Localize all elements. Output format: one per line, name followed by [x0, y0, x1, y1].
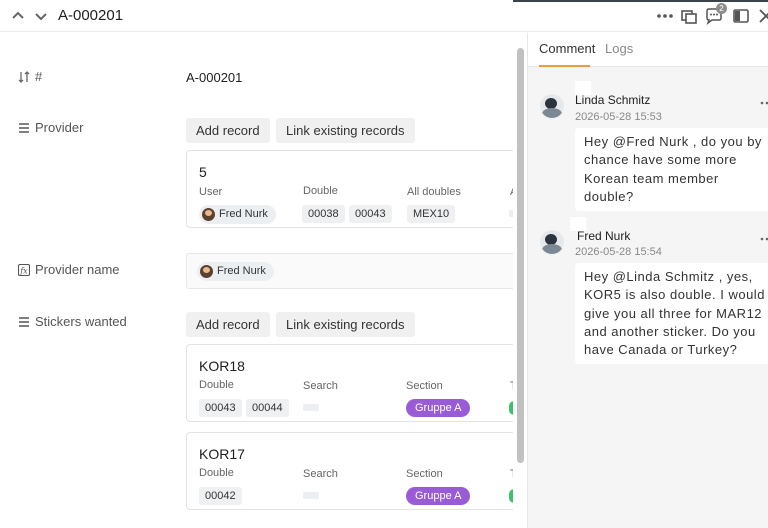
section-chip: Gruppe A: [406, 399, 471, 417]
double-chip: 00043: [349, 205, 392, 223]
link-field-icon: [19, 316, 29, 327]
card-title: 5: [199, 164, 207, 180]
comment-line: give you all three for MAR12: [584, 305, 763, 321]
user-chip: Fred Nurk: [197, 262, 274, 281]
comment-author: Linda Schmitz: [575, 93, 651, 107]
column-label-all-doubles: All doubles: [407, 186, 461, 198]
column-label-user: User: [199, 186, 223, 198]
avatar: [540, 94, 564, 118]
record-header: A-000201: [0, 0, 768, 32]
formula-icon: fx: [18, 263, 30, 276]
card-title: KOR17: [199, 446, 245, 462]
comment-line: have Canada or Turkey?: [584, 342, 738, 358]
scrollbar-thumb[interactable]: [517, 48, 524, 463]
provider-record-card[interactable]: 5 User Double All doubles A Fred Nurk 00…: [186, 150, 513, 228]
panel-tabs: Comment Logs: [528, 33, 768, 67]
empty-search-cell: [303, 404, 319, 411]
sidebar-icon[interactable]: [732, 7, 750, 25]
chevron-down-icon[interactable]: [33, 8, 49, 24]
record-form: # A-000201 Provider Add record Link exis…: [0, 33, 513, 528]
comment-author: Fred Nurk: [577, 229, 631, 243]
bubble-corner: [575, 81, 591, 95]
user-chip-name: Fred Nurk: [219, 208, 268, 220]
column-label-cut: A: [510, 186, 513, 198]
avatar: [200, 265, 213, 278]
avatar: [202, 208, 215, 221]
column-label-cut: T: [510, 468, 513, 480]
autonumber-icon: [18, 70, 30, 83]
comment-more-icon[interactable]: [760, 96, 768, 110]
comment-line: Hey @Linda Schmitz , yes,: [584, 269, 753, 284]
more-icon[interactable]: [656, 7, 674, 25]
field-label-text: Provider: [35, 120, 84, 135]
svg-text:fx: fx: [19, 266, 28, 275]
status-chip-cut: [509, 489, 513, 503]
empty-search-cell: [303, 492, 319, 499]
column-label-cut: T: [510, 380, 513, 392]
section-chip: Gruppe A: [406, 487, 471, 505]
card-title: KOR18: [199, 358, 245, 374]
column-label-section: Section: [406, 468, 443, 480]
all-doubles-chip: MEX10: [407, 205, 456, 223]
link-field-icon: [19, 122, 29, 133]
double-chip: 00044: [246, 399, 289, 417]
provider-name-value-box: Fred Nurk: [186, 253, 513, 289]
tab-logs[interactable]: Logs: [605, 41, 633, 56]
comment-body: Hey @Fred Nurk , do you by chance have s…: [575, 128, 768, 212]
column-label-section: Section: [406, 380, 443, 392]
comment-line: Korean team member: [584, 170, 719, 186]
top-edge-strip: [513, 0, 768, 2]
comment-line: Hey @Fred Nurk , do you by: [584, 134, 762, 149]
avatar: [540, 230, 564, 254]
sticker-record-card[interactable]: KOR18 Double Search Section T 00043 0004…: [186, 344, 513, 422]
field-label-text: Stickers wanted: [35, 314, 127, 329]
provider-add-record-button[interactable]: Add record: [186, 118, 270, 143]
form-scrollbar[interactable]: [516, 38, 524, 528]
chevron-up-icon[interactable]: [10, 8, 26, 24]
column-label-search: Search: [303, 468, 338, 480]
field-label-text: Provider name: [35, 262, 120, 277]
column-label-double: Double: [303, 185, 338, 197]
double-chip: 00038: [302, 205, 345, 223]
comment-timestamp: 2026-05-28 15:54: [575, 246, 662, 258]
column-label-double: Double: [199, 467, 234, 479]
bubble-corner: [570, 217, 586, 231]
record-title: A-000201: [58, 7, 124, 24]
double-chip: 00042: [199, 487, 242, 505]
column-label-search: Search: [303, 380, 338, 392]
stickers-add-record-button[interactable]: Add record: [186, 312, 270, 337]
comments-panel: Comment Logs Linda Schmitz 2026-05-28 15…: [527, 33, 768, 528]
comment-more-icon[interactable]: [760, 232, 768, 246]
field-label-stickers-wanted: Stickers wanted: [18, 314, 127, 329]
comment-timestamp: 2026-05-28 15:53: [575, 111, 662, 123]
user-chip: Fred Nurk: [199, 205, 276, 224]
field-label-text: #: [35, 69, 43, 84]
comment-count-badge: 2: [716, 3, 727, 14]
double-chip: 00043: [199, 399, 242, 417]
provider-link-records-button[interactable]: Link existing records: [276, 118, 415, 143]
field-label-provider: Provider: [18, 120, 83, 135]
comment-line: KOR5 is also double. I would: [584, 287, 765, 303]
stickers-link-records-button[interactable]: Link existing records: [276, 312, 415, 337]
cut-off-cell: [509, 210, 513, 217]
comment-line: double?: [584, 188, 634, 204]
active-tab-indicator: [539, 65, 590, 67]
field-label-provider-name: fx Provider name: [18, 262, 120, 277]
tab-comment[interactable]: Comment: [539, 41, 595, 56]
field-label-id: #: [18, 69, 42, 84]
sticker-record-card[interactable]: KOR17 Double Search Section T 00042 Grup…: [186, 432, 513, 510]
comment-body: Hey @Linda Schmitz , yes, KOR5 is also d…: [575, 263, 768, 365]
column-label-double: Double: [199, 379, 234, 391]
status-chip-cut: [509, 401, 513, 415]
record-number-value: A-000201: [186, 70, 243, 85]
user-chip-name: Fred Nurk: [217, 265, 266, 277]
close-icon[interactable]: [757, 7, 768, 25]
comment-line: and another sticker. Do you: [584, 323, 756, 339]
expand-icon[interactable]: [680, 7, 698, 25]
comment-line: chance have some more: [584, 152, 737, 168]
